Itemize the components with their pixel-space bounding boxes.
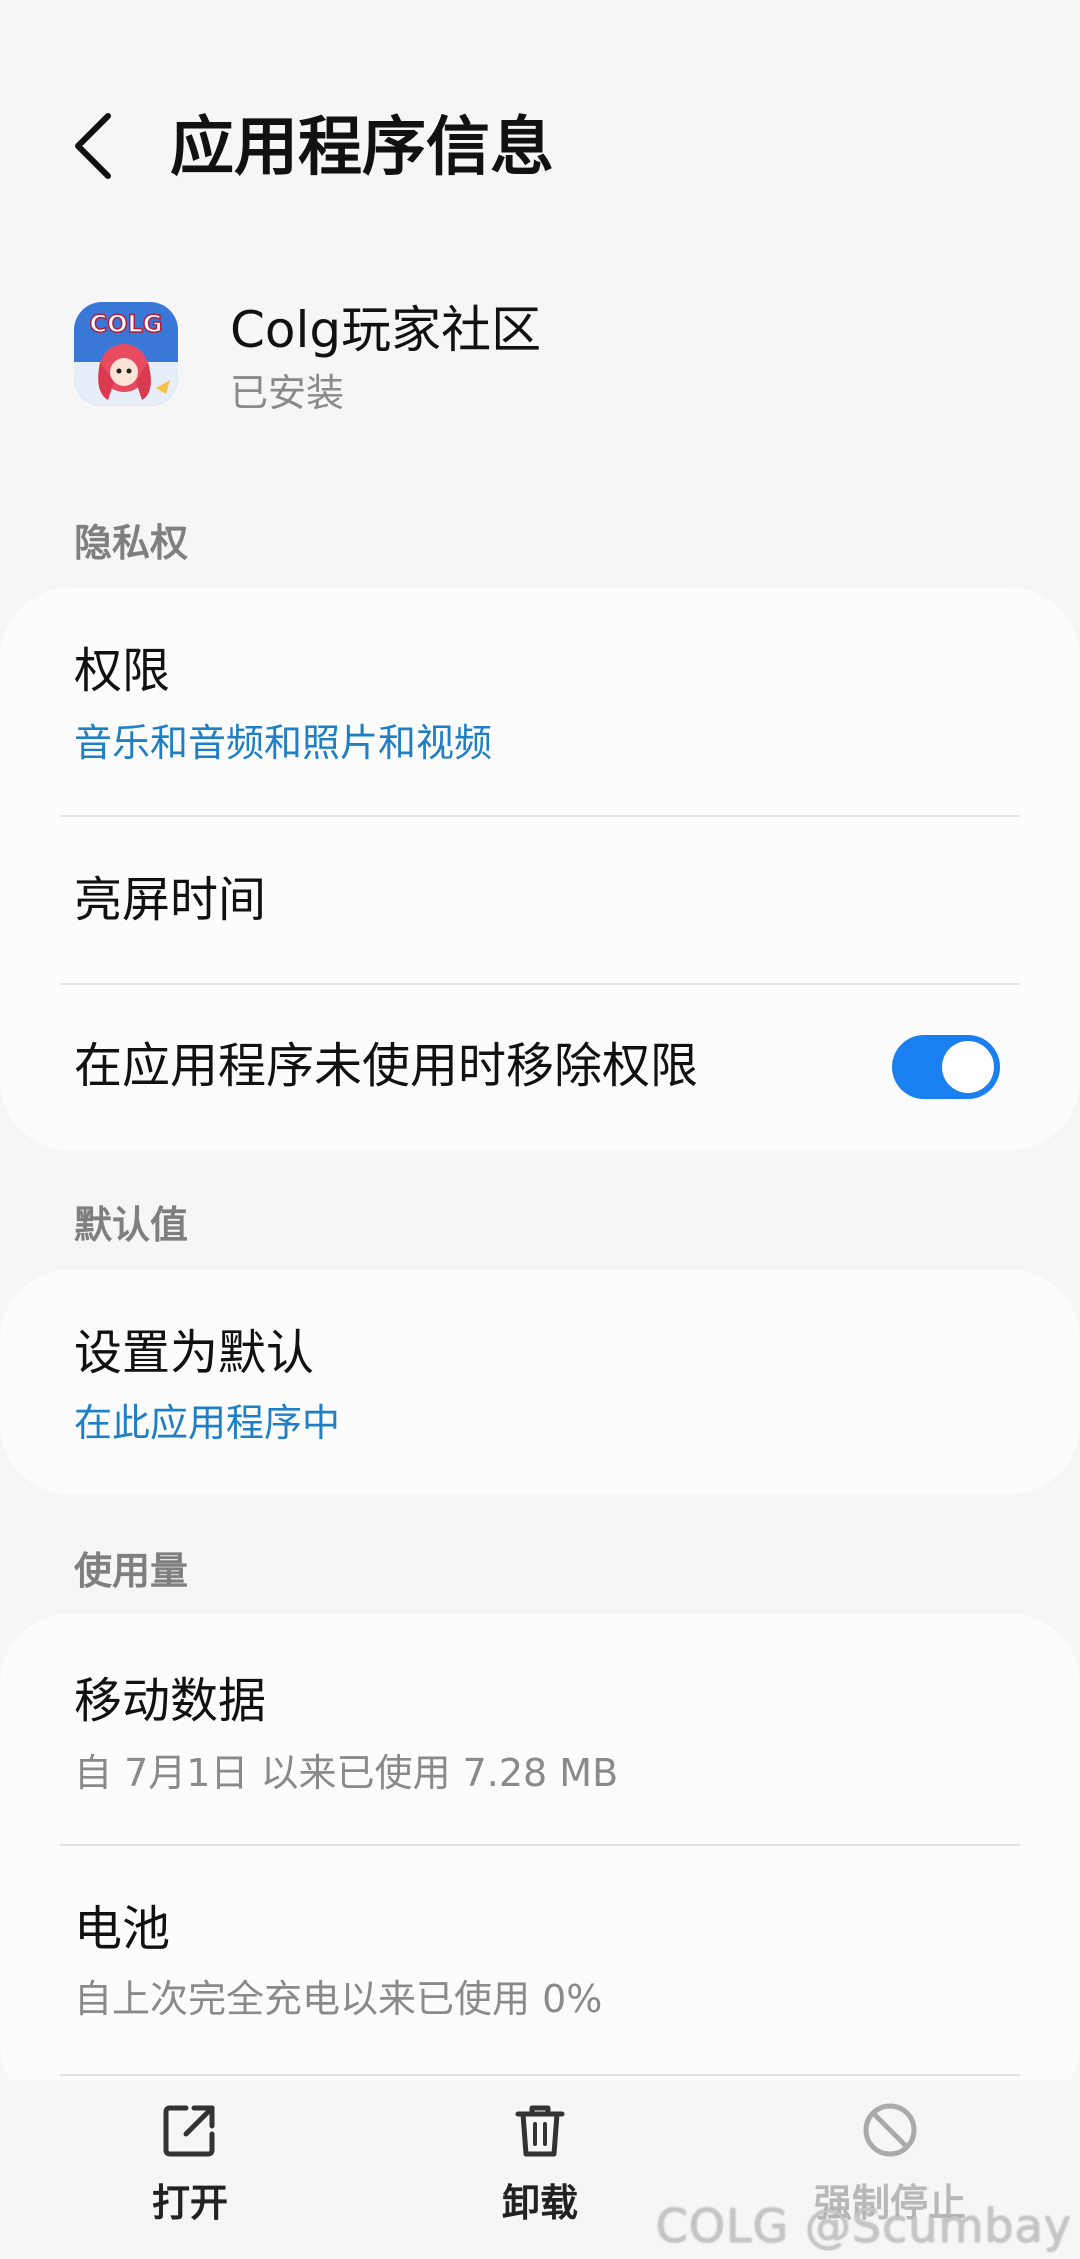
section-label-privacy: 隐私权 [74, 521, 189, 565]
mobile-data-subtitle: 自 7月1日 以来已使用 7.28 MB [74, 1751, 619, 1795]
privacy-card: 权限 音乐和音频和照片和视频 亮屏时间 在应用程序未使用时移除权限 [0, 588, 1080, 1150]
open-button[interactable]: 打开 [60, 2100, 320, 2250]
section-label-usage: 使用量 [74, 1549, 189, 1593]
app-name: Colg玩家社区 [230, 301, 542, 359]
app-install-status: 已安装 [230, 371, 345, 415]
open-external-icon [160, 2100, 220, 2160]
permissions-item[interactable]: 权限 音乐和音频和照片和视频 [0, 588, 1080, 816]
app-icon: COLG [74, 302, 178, 406]
uninstall-label: 卸载 [501, 2181, 578, 2225]
bottom-action-bar: 打开 卸载 强制停止 COLG @Scumbay [0, 2080, 1080, 2259]
set-default-item[interactable]: 设置为默认 在此应用程序中 [0, 1270, 1080, 1494]
mobile-data-item[interactable]: 移动数据 自 7月1日 以来已使用 7.28 MB [0, 1614, 1080, 1844]
app-info: COLG Colg玩家社区 已安装 [0, 290, 1080, 440]
mobile-data-title: 移动数据 [74, 1673, 267, 1729]
uninstall-button[interactable]: 卸载 [410, 2100, 670, 2250]
app-icon-logo-text: COLG [89, 310, 162, 338]
set-default-subtitle: 在此应用程序中 [74, 1401, 341, 1445]
screen-time-item[interactable]: 亮屏时间 [0, 817, 1080, 983]
permissions-subtitle: 音乐和音频和照片和视频 [74, 721, 493, 765]
defaults-card: 设置为默认 在此应用程序中 [0, 1270, 1080, 1494]
page-title: 应用程序信息 [170, 111, 554, 185]
back-icon[interactable] [66, 108, 126, 184]
open-label: 打开 [151, 2181, 228, 2225]
battery-title: 电池 [74, 1901, 171, 1957]
usage-card: 移动数据 自 7月1日 以来已使用 7.28 MB 电池 自上次完全充电以来已使… [0, 1614, 1080, 2114]
stop-icon [860, 2100, 920, 2160]
section-label-defaults: 默认值 [74, 1203, 189, 1247]
remove-permissions-title: 在应用程序未使用时移除权限 [74, 1038, 699, 1094]
remove-permissions-item[interactable]: 在应用程序未使用时移除权限 [0, 985, 1080, 1150]
watermark: COLG @Scumbay [655, 2199, 1072, 2253]
screen-time-title: 亮屏时间 [74, 872, 267, 928]
header: 应用程序信息 [0, 0, 1080, 300]
toggle-knob [942, 1041, 994, 1093]
battery-subtitle: 自上次完全充电以来已使用 0% [74, 1977, 603, 2021]
battery-item[interactable]: 电池 自上次完全充电以来已使用 0% [0, 1846, 1080, 2074]
trash-icon [510, 2100, 570, 2160]
divider [60, 2074, 1020, 2076]
set-default-title: 设置为默认 [74, 1325, 315, 1381]
remove-permissions-toggle[interactable] [892, 1035, 1000, 1099]
permissions-title: 权限 [74, 643, 171, 699]
